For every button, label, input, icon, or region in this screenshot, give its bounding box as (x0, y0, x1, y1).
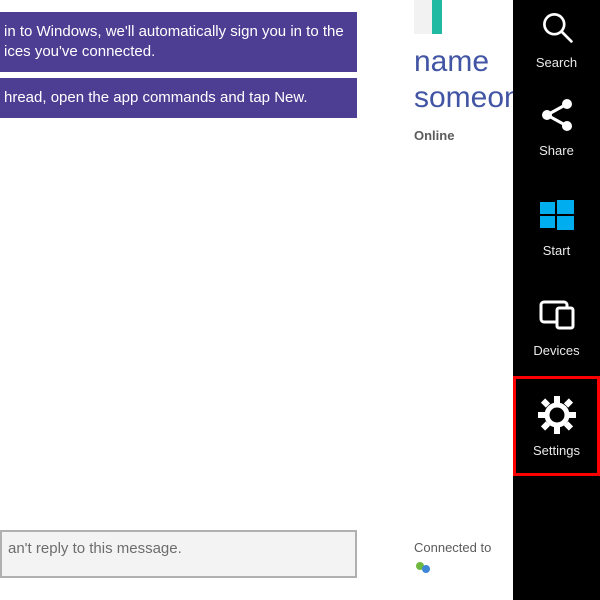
charm-label: Start (543, 243, 570, 258)
input-placeholder: an't reply to this message. (8, 540, 182, 557)
contact-panel: name someone Online Connected to (414, 0, 513, 600)
share-icon (537, 95, 577, 135)
contact-name-line: name (414, 45, 489, 78)
avatar (414, 0, 442, 34)
charm-label: Share (539, 143, 574, 158)
message-bubble: in to Windows, we'll automatically sign … (0, 12, 357, 72)
charm-share[interactable]: Share (513, 76, 600, 176)
message-input[interactable]: an't reply to this message. (0, 530, 357, 578)
messenger-icon (414, 560, 432, 576)
message-text: in to Windows, we'll automatically sign … (4, 23, 344, 40)
connected-to-label: Connected to (414, 540, 491, 555)
app-window: in to Windows, we'll automatically sign … (0, 0, 600, 600)
status-badge: Online (414, 128, 454, 143)
charm-devices[interactable]: Devices (513, 276, 600, 376)
start-icon (537, 195, 577, 235)
message-bubble: hread, open the app commands and tap New… (0, 78, 357, 118)
charm-search[interactable]: Search (513, 0, 600, 76)
charm-start[interactable]: Start (513, 176, 600, 276)
message-text: ices you've connected. (4, 43, 155, 60)
message-text: hread, open the app commands and tap New… (4, 89, 308, 106)
search-icon (537, 7, 577, 47)
charm-label: Search (536, 55, 577, 70)
charms-bar: Search Share (513, 0, 600, 600)
charm-label: Devices (533, 343, 579, 358)
charm-label: Settings (533, 443, 580, 458)
charm-settings[interactable]: Settings (513, 376, 600, 476)
devices-icon (537, 295, 577, 335)
settings-icon (537, 395, 577, 435)
